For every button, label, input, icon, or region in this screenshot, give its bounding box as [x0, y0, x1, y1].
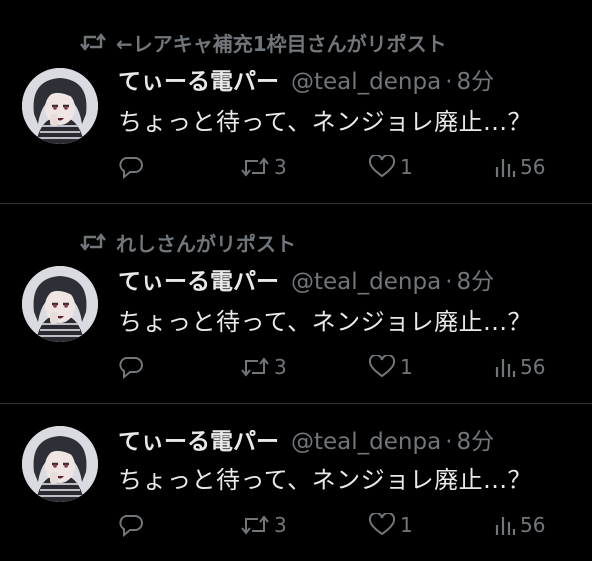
retweet-count: 3 — [274, 155, 287, 179]
avatar[interactable] — [22, 266, 98, 342]
retweet-button[interactable]: 3 — [240, 510, 287, 540]
retweet-button[interactable]: 3 — [240, 152, 287, 182]
retweet-icon — [241, 157, 269, 177]
avatar[interactable] — [22, 426, 98, 502]
avatar-image — [22, 426, 98, 502]
heart-icon — [368, 355, 396, 378]
like-count: 1 — [400, 355, 413, 379]
separator-dot: · — [445, 69, 453, 95]
avatar-image — [22, 68, 98, 144]
reply-button[interactable] — [118, 510, 144, 540]
user-handle[interactable]: @teal_denpa — [291, 69, 441, 95]
repost-indicator[interactable]: ←レアキャ補充1枠目さんがリポスト — [80, 28, 447, 56]
reply-icon — [119, 157, 143, 179]
like-button[interactable]: 1 — [368, 510, 413, 540]
views-icon — [495, 517, 516, 535]
views-button[interactable]: 56 — [494, 352, 545, 382]
views-button[interactable]: 56 — [494, 510, 545, 540]
tweet-text: ちょっと待って、ネンジョレ廃止...？ — [118, 466, 532, 494]
retweet-count: 3 — [274, 355, 287, 379]
retweet-icon — [241, 357, 269, 377]
user-handle[interactable]: @teal_denpa — [291, 269, 441, 295]
tweet-text: ちょっと待って、ネンジョレ廃止...？ — [118, 108, 532, 136]
timeline-feed: ←レアキャ補充1枠目さんがリポスト てぃーる電パー @teal_denpa · … — [0, 0, 592, 561]
repost-label: れしさんがリポスト — [116, 231, 296, 256]
divider — [0, 203, 592, 204]
avatar-image — [22, 266, 98, 342]
view-count: 56 — [520, 513, 546, 537]
display-name[interactable]: てぃーる電パー — [118, 422, 279, 456]
tweet-header: てぃーる電パー @teal_denpa · 8分 — [118, 262, 494, 295]
reply-button[interactable] — [118, 352, 144, 382]
user-handle[interactable]: @teal_denpa — [291, 429, 441, 455]
timestamp[interactable]: 8分 — [457, 422, 495, 456]
timestamp[interactable]: 8分 — [457, 262, 495, 296]
avatar[interactable] — [22, 68, 98, 144]
heart-icon — [368, 513, 396, 536]
display-name[interactable]: てぃーる電パー — [118, 62, 279, 96]
reply-button[interactable] — [118, 152, 144, 182]
view-count: 56 — [520, 355, 546, 379]
retweet-count: 3 — [274, 513, 287, 537]
retweet-icon — [241, 515, 269, 535]
views-icon — [495, 159, 516, 177]
reply-icon — [119, 515, 143, 537]
tweet-actions: 3 1 56 — [118, 152, 558, 182]
separator-dot: · — [445, 269, 453, 295]
views-button[interactable]: 56 — [494, 152, 545, 182]
timestamp[interactable]: 8分 — [457, 62, 495, 96]
separator-dot: · — [445, 429, 453, 455]
tweet-text: ちょっと待って、ネンジョレ廃止...？ — [118, 308, 532, 336]
like-button[interactable]: 1 — [368, 352, 413, 382]
tweet-actions: 3 1 56 — [118, 352, 558, 382]
reply-icon — [119, 357, 143, 379]
tweet-actions: 3 1 56 — [118, 510, 558, 540]
views-icon — [495, 359, 516, 377]
divider — [0, 403, 592, 404]
display-name[interactable]: てぃーる電パー — [118, 262, 279, 296]
tweet-header: てぃーる電パー @teal_denpa · 8分 — [118, 62, 494, 95]
like-count: 1 — [400, 513, 413, 537]
retweet-button[interactable]: 3 — [240, 352, 287, 382]
heart-icon — [368, 155, 396, 178]
tweet-header: てぃーる電パー @teal_denpa · 8分 — [118, 422, 494, 455]
view-count: 56 — [520, 155, 546, 179]
repost-icon — [80, 33, 106, 51]
like-count: 1 — [400, 155, 413, 179]
repost-icon — [80, 233, 106, 251]
repost-label: ←レアキャ補充1枠目さんがリポスト — [116, 31, 447, 56]
like-button[interactable]: 1 — [368, 152, 413, 182]
repost-indicator[interactable]: れしさんがリポスト — [80, 228, 296, 256]
